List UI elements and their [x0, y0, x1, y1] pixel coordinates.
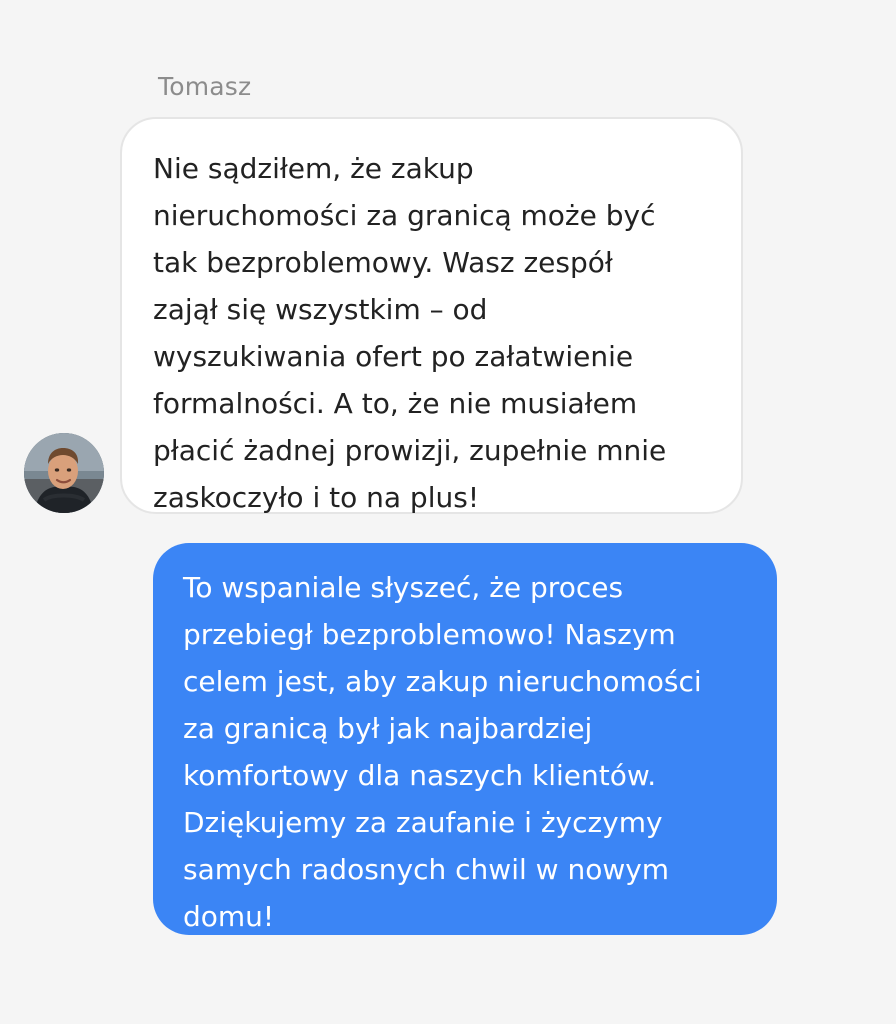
- incoming-message-bubble: Nie sądziłem, że zakup nieruchomości za …: [120, 117, 743, 514]
- person-photo-avatar-icon: [24, 433, 104, 513]
- outgoing-message-bubble: To wspaniale słyszeć, że proces przebieg…: [153, 543, 777, 935]
- chat-thread: Tomasz Nie sądziłem, że zakup nieruchomo…: [0, 0, 896, 1024]
- avatar: [24, 433, 104, 513]
- sender-name: Tomasz: [158, 72, 252, 101]
